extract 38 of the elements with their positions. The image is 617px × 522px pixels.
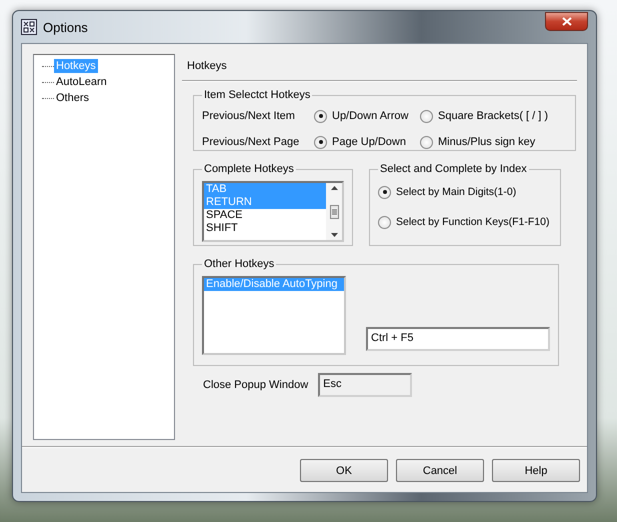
- group-title: Item Selectct Hotkeys: [203, 89, 312, 101]
- close-popup-label: Close Popup Window: [203, 379, 308, 391]
- scroll-thumb[interactable]: [330, 204, 338, 218]
- tree-item[interactable]: AutoLearn: [54, 75, 109, 89]
- radio-button[interactable]: [420, 110, 433, 122]
- app-icon: [21, 19, 37, 35]
- close-button[interactable]: [545, 12, 588, 30]
- radio-label: Up/Down Arrow: [332, 110, 408, 122]
- group-title: Other Hotkeys: [203, 258, 276, 270]
- page-title: Hotkeys: [182, 54, 577, 81]
- hotkey-field[interactable]: Esc: [318, 373, 412, 397]
- list-item[interactable]: SHIFT: [204, 222, 326, 235]
- radio-button[interactable]: [420, 136, 433, 148]
- scroll-down-icon[interactable]: [330, 233, 338, 237]
- group-title: Complete Hotkeys: [203, 163, 295, 175]
- radio-label: Minus/Plus sign key: [438, 136, 536, 148]
- scroll-up-icon[interactable]: [330, 186, 338, 190]
- radio-button[interactable]: [378, 186, 391, 198]
- list-item[interactable]: SPACE: [204, 209, 326, 222]
- dialog-button[interactable]: OK: [300, 459, 388, 482]
- hotkey-field[interactable]: Ctrl + F5: [366, 327, 550, 351]
- scrollbar[interactable]: [326, 183, 342, 240]
- radio-button[interactable]: [378, 216, 391, 228]
- dialog-button[interactable]: Help: [492, 459, 580, 482]
- radio-button[interactable]: [314, 110, 327, 122]
- radio-button[interactable]: [314, 136, 327, 148]
- tree-item[interactable]: Others: [54, 91, 92, 105]
- close-icon: [562, 16, 572, 26]
- row-label: Previous/Next Page: [202, 136, 300, 148]
- radio-label: Select by Main Digits(1-0): [396, 186, 516, 198]
- hotkey-list[interactable]: TAB RETURN SPACE SHIFT: [202, 181, 344, 242]
- window-title: Options: [43, 20, 89, 34]
- radio-label: Page Up/Down: [332, 136, 406, 148]
- group-title: Select and Complete by Index: [379, 163, 528, 175]
- radio-label: Square Brackets( [ / ] ): [438, 110, 548, 122]
- radio-label: Select by Function Keys(F1-F10): [396, 216, 550, 228]
- row-label: Previous/Next Item: [202, 110, 296, 122]
- dialog-button[interactable]: Cancel: [396, 459, 484, 482]
